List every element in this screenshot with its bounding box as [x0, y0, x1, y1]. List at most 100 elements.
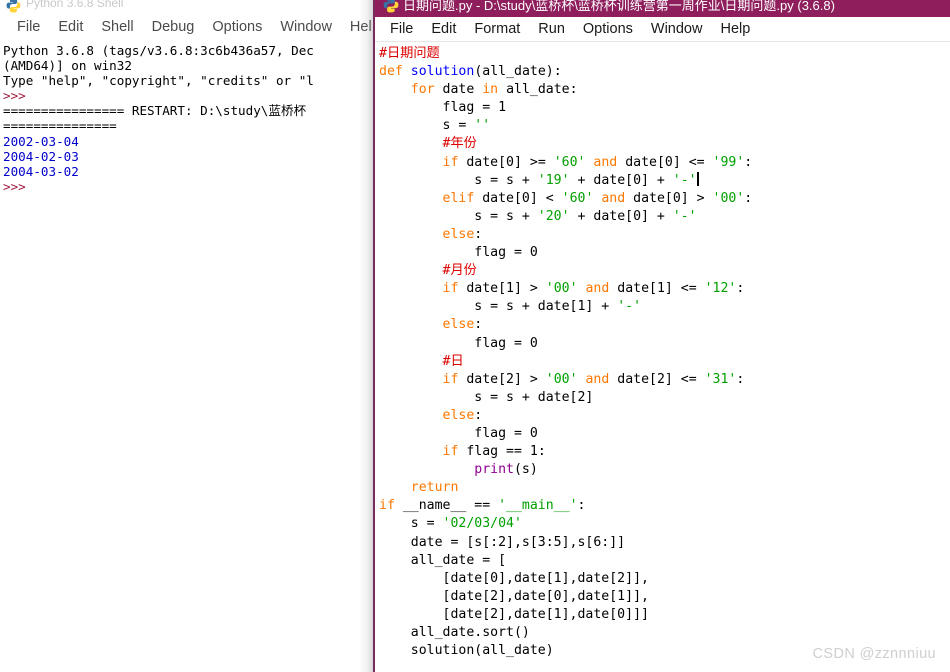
code-token: '60'	[553, 154, 586, 170]
code-token: and	[585, 371, 610, 387]
code-line: s = '02/03/04'	[379, 515, 950, 533]
code-token: + date[0] +	[569, 172, 673, 188]
code-line: s = ''	[379, 117, 950, 135]
code-token: + date[0] +	[569, 208, 673, 224]
code-token: ''	[474, 118, 491, 134]
code-token: #月份	[442, 263, 477, 279]
code-token: '20'	[537, 208, 570, 224]
code-line: [date[2],date[0],date[1]],	[379, 588, 950, 606]
code-token: :	[474, 407, 483, 423]
code-token: (s)	[513, 462, 538, 478]
code-line: else:	[379, 316, 950, 334]
code-token: date[0] >=	[458, 154, 554, 170]
code-token: '-'	[617, 299, 642, 315]
code-token: s = s + date[2]	[379, 389, 594, 405]
code-line: s = s + '19' + date[0] + '-'	[379, 171, 950, 190]
text-caret	[696, 171, 699, 186]
code-token: in	[482, 82, 499, 98]
code-token: __name__ ==	[394, 498, 499, 514]
code-token: solution(all_date)	[379, 643, 554, 659]
code-token: date[1] >	[458, 281, 546, 297]
code-editor-area[interactable]: #日期问题 def solution(all_date): for date in…	[375, 43, 950, 672]
code-token: '60'	[561, 190, 594, 206]
code-token: date[0] <=	[617, 154, 713, 170]
code-line: elif date[0] < '60' and date[0] > '00':	[379, 190, 950, 208]
editor-menu-run[interactable]: Run	[529, 21, 574, 37]
shell-line: Type "help", "copyright", "credits" or "…	[3, 73, 314, 89]
screen-root: Python 3.6.8 Shell File Edit Shell Debug…	[0, 0, 950, 672]
shell-line: 2002-03-04	[3, 133, 79, 149]
code-token: and	[585, 281, 610, 297]
shell-menu-file[interactable]: File	[8, 19, 49, 35]
code-token: if	[442, 371, 459, 387]
shell-menubar: File Edit Shell Debug Options Window Hel	[0, 14, 373, 40]
code-line: [date[2],date[1],date[0]]]	[379, 606, 950, 624]
shell-line: ===============	[3, 118, 117, 134]
code-token: (all_date):	[474, 64, 562, 80]
code-line: #月份	[379, 262, 950, 280]
shell-titlebar[interactable]: Python 3.6.8 Shell	[0, 0, 373, 14]
shell-line: ================ RESTART: D:\study\蓝桥杯	[3, 103, 307, 119]
code-token: flag = 0	[379, 335, 538, 351]
code-line: else:	[379, 407, 950, 425]
code-token: return	[410, 480, 459, 496]
code-token: solution	[410, 64, 475, 80]
code-token: else	[442, 407, 475, 423]
shell-menu-options[interactable]: Options	[203, 19, 271, 35]
shell-line: >>>	[3, 178, 26, 194]
code-token: '00'	[545, 371, 578, 387]
shell-menu-window[interactable]: Window	[271, 19, 341, 35]
shell-line: 2004-02-03	[3, 148, 79, 164]
code-token: '12'	[704, 281, 737, 297]
code-token: date[0] >	[625, 190, 713, 206]
editor-menu-window[interactable]: Window	[642, 21, 712, 37]
code-token: elif	[442, 190, 475, 206]
code-line: s = s + date[2]	[379, 389, 950, 407]
code-token: and	[601, 190, 626, 206]
code-token: '-'	[672, 172, 697, 188]
code-line: else:	[379, 226, 950, 244]
shell-title-text: Python 3.6.8 Shell	[26, 0, 124, 10]
code-line: print(s)	[379, 461, 950, 479]
shell-menu-help[interactable]: Hel	[341, 19, 373, 35]
code-line: s = s + '20' + date[0] + '-'	[379, 208, 950, 226]
shell-output-area[interactable]: Python 3.6.8 (tags/v3.6.8:3c6b436a57, De…	[0, 40, 373, 672]
shell-menu-debug[interactable]: Debug	[143, 19, 204, 35]
editor-titlebar[interactable]: 日期问题.py - D:\study\蓝桥杯\蓝桥杯训练营第一周作业\日期问题.…	[375, 0, 950, 17]
code-line: if date[1] > '00' and date[1] <= '12':	[379, 280, 950, 298]
code-line: if __name__ == '__main__':	[379, 497, 950, 515]
code-token: flag = 0	[379, 245, 538, 261]
editor-menu-options[interactable]: Options	[574, 21, 642, 37]
shell-menu-shell[interactable]: Shell	[92, 19, 142, 35]
editor-menu-file[interactable]: File	[381, 21, 422, 37]
code-token: else	[442, 317, 475, 333]
code-token: flag == 1:	[458, 444, 546, 460]
editor-menu-help[interactable]: Help	[711, 21, 759, 37]
editor-menu-edit[interactable]: Edit	[422, 21, 465, 37]
editor-menu-format[interactable]: Format	[465, 21, 529, 37]
code-line: date = [s[:2],s[3:5],s[6:]]	[379, 534, 950, 552]
code-token: :	[474, 226, 483, 242]
code-line: flag = 0	[379, 425, 950, 443]
code-token: '02/03/04'	[442, 516, 522, 532]
shell-line: Python 3.6.8 (tags/v3.6.8:3c6b436a57, De…	[3, 43, 314, 58]
shell-menu-edit[interactable]: Edit	[49, 19, 92, 35]
code-line: def solution(all_date):	[379, 63, 950, 81]
code-token: s =	[379, 516, 443, 532]
code-line: s = s + date[1] + '-'	[379, 298, 950, 316]
code-token: if	[442, 281, 459, 297]
code-token: [date[2],date[1],date[0]]]	[379, 606, 649, 622]
code-token: date[0] <	[474, 190, 562, 206]
code-token: [date[0],date[1],date[2]],	[379, 570, 649, 586]
csdn-watermark: CSDN @zznnniuu	[812, 646, 936, 662]
idle-editor-window: 日期问题.py - D:\study\蓝桥杯\蓝桥杯训练营第一周作业\日期问题.…	[373, 0, 950, 672]
